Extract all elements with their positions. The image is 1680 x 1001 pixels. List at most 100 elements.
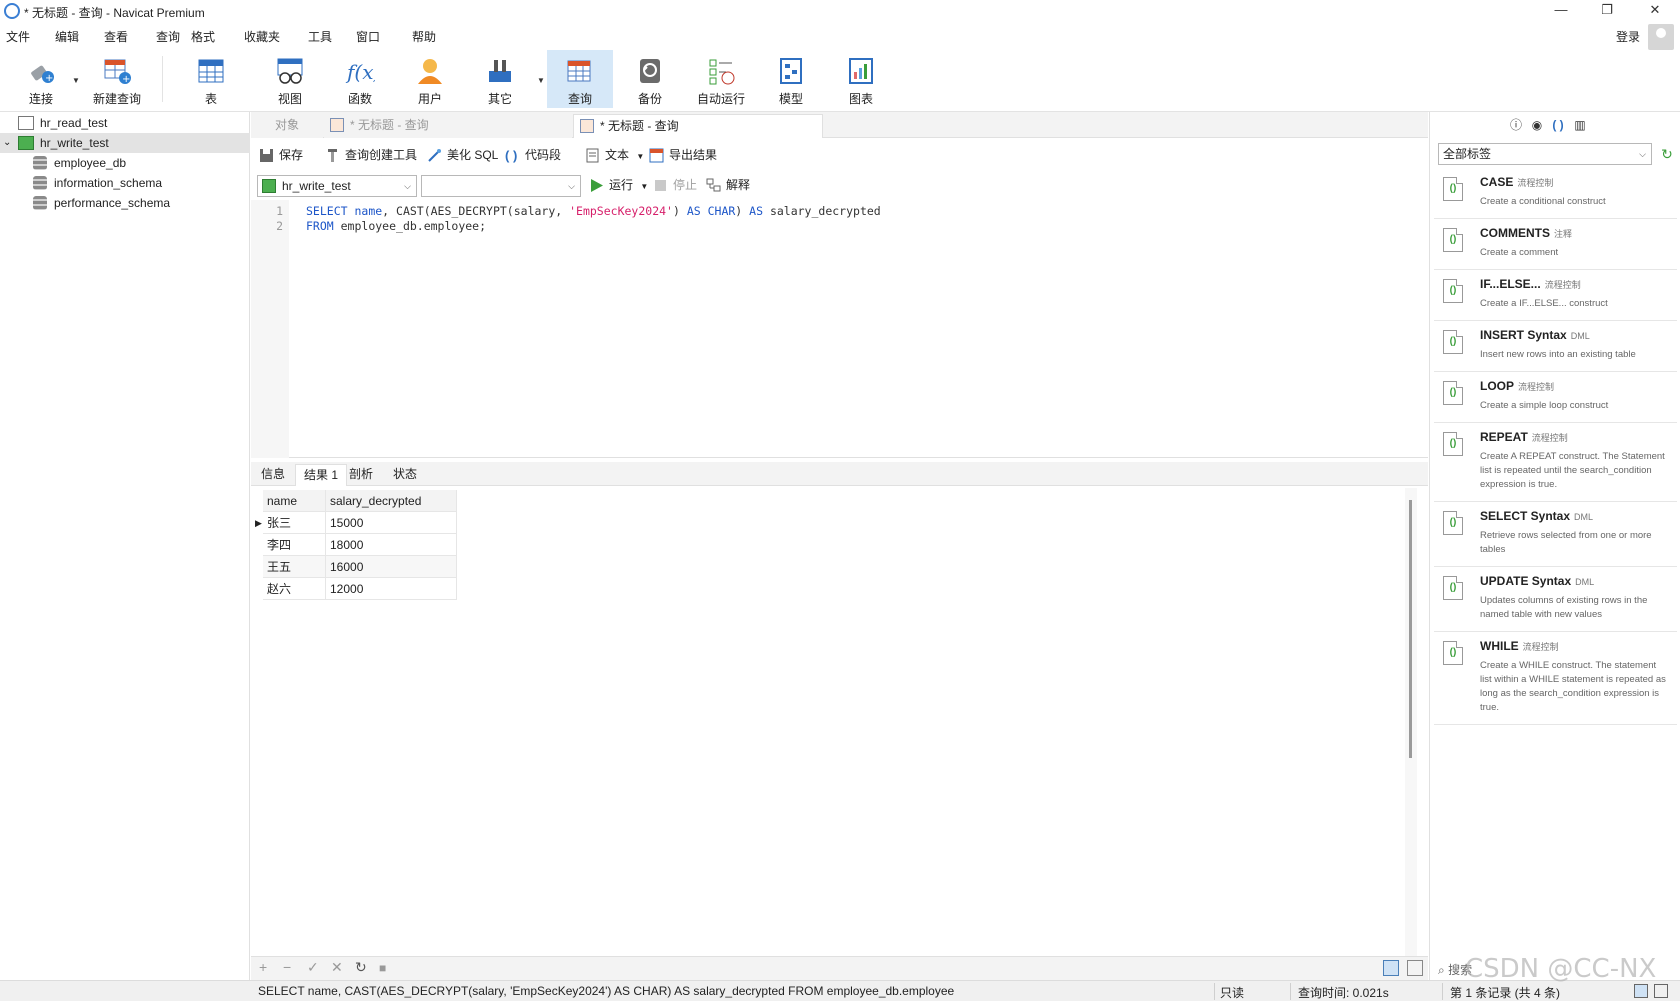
grid-view-icon[interactable]	[1383, 960, 1399, 976]
chevron-down-icon[interactable]: ⌄	[3, 133, 11, 153]
table-cell[interactable]: 12000	[326, 578, 457, 600]
refresh-icon[interactable]: ↻	[1658, 145, 1676, 163]
braces-icon[interactable]: ( )	[1551, 118, 1565, 132]
snippet-tag: DML	[1574, 512, 1594, 522]
result-grid[interactable]: name salary_decrypted ▶ 张三 15000 李四 1800…	[251, 488, 1416, 958]
status-bar: SELECT name, CAST(AES_DECRYPT(salary, 'E…	[0, 980, 1680, 1001]
tab-status[interactable]: 状态	[385, 464, 425, 486]
save-button[interactable]: 保存	[259, 147, 303, 165]
backup-button[interactable]: 备份	[617, 50, 683, 108]
chevron-down-icon[interactable]: ▼	[537, 76, 545, 85]
menu-tools[interactable]: 工具	[308, 28, 332, 45]
preview-icon[interactable]: ◉	[1530, 118, 1544, 132]
stop-button[interactable]: 停止	[653, 177, 697, 195]
database-select[interactable]: ⌵	[421, 175, 581, 197]
chevron-down-icon[interactable]: ▼	[636, 152, 644, 161]
sql-editor[interactable]: 1 2 SELECT name, CAST(AES_DECRYPT(salary…	[251, 200, 1428, 458]
run-button[interactable]: 运行 ▼	[589, 177, 648, 195]
function-label: 函数	[347, 92, 372, 106]
tab-result-1[interactable]: 结果 1	[295, 464, 348, 486]
query-icon	[330, 118, 344, 132]
menu-file[interactable]: 文件	[6, 28, 30, 45]
menu-help[interactable]: 帮助	[412, 28, 436, 45]
query-button[interactable]: 查询	[547, 50, 613, 108]
panel-toggle-icon[interactable]	[1634, 984, 1648, 998]
table-button[interactable]: 表	[178, 50, 244, 108]
other-button[interactable]: 其它	[467, 50, 533, 108]
menu-window[interactable]: 窗口	[356, 28, 380, 45]
minimize-button[interactable]: —	[1538, 0, 1584, 22]
add-record-button[interactable]: +	[259, 959, 267, 975]
snippet-if-else[interactable]: () IF...ELSE... 流程控制 Create a IF...ELSE..…	[1434, 271, 1677, 321]
tab-query-2[interactable]: * 无标题 - 查询	[573, 114, 823, 138]
tree-database-performance-schema[interactable]: performance_schema	[0, 193, 250, 213]
login-link[interactable]: 登录	[1616, 28, 1640, 45]
explain-button[interactable]: 解释	[706, 177, 750, 195]
code-snippet-button[interactable]: ( ) 代码段	[505, 147, 561, 165]
beautify-sql-button[interactable]: 美化 SQL	[427, 147, 498, 165]
query-builder-button[interactable]: 查询创建工具	[325, 147, 417, 165]
snippet-insert-syntax[interactable]: () INSERT Syntax DML Insert new rows into…	[1434, 322, 1677, 372]
table-cell[interactable]: 张三	[263, 512, 326, 534]
info-icon[interactable]: ⓘ	[1509, 118, 1523, 132]
menu-favorites[interactable]: 收藏夹	[244, 28, 280, 45]
tab-info[interactable]: 信息	[253, 464, 293, 486]
panel-toggle-icon[interactable]	[1654, 984, 1668, 998]
snippet-select-syntax[interactable]: () SELECT Syntax DML Retrieve rows select…	[1434, 503, 1677, 567]
grid-scrollbar-thumb[interactable]	[1409, 500, 1412, 758]
tab-query-1[interactable]: * 无标题 - 查询	[324, 114, 572, 138]
snippet-case[interactable]: () CASE 流程控制 Create a conditional constru…	[1434, 169, 1677, 219]
user-button[interactable]: 用户	[397, 50, 463, 108]
layout-icon[interactable]: ▥	[1573, 118, 1587, 132]
table-cell[interactable]: 李四	[263, 534, 326, 556]
table-cell[interactable]: 15000	[326, 512, 457, 534]
tree-database-information-schema[interactable]: information_schema	[0, 173, 250, 193]
snippet-comments[interactable]: () COMMENTS 注释 Create a comment	[1434, 220, 1677, 270]
snippet-loop[interactable]: () LOOP 流程控制 Create a simple loop constru…	[1434, 373, 1677, 423]
stop-button[interactable]: ■	[379, 961, 386, 975]
chevron-down-icon[interactable]: ▼	[640, 182, 648, 191]
chart-button[interactable]: 图表	[828, 50, 894, 108]
text-button[interactable]: 文本 ▼	[585, 147, 644, 165]
apply-changes-button[interactable]: ✓	[307, 959, 319, 976]
table-cell[interactable]: 王五	[263, 556, 326, 578]
automation-button[interactable]: 自动运行	[688, 50, 754, 108]
menu-view[interactable]: 查看	[104, 28, 128, 45]
magic-wand-icon	[427, 148, 442, 163]
view-button[interactable]: 视图	[257, 50, 323, 108]
close-button[interactable]: ✕	[1632, 0, 1678, 22]
connection-select[interactable]: hr_write_test ⌵	[257, 175, 417, 197]
tree-database-employee-db[interactable]: employee_db	[0, 153, 250, 173]
menu-format[interactable]: 格式	[191, 28, 215, 45]
tree-connection-hr-read-test[interactable]: hr_read_test	[0, 113, 250, 133]
new-query-button[interactable]: + 新建查询	[84, 50, 150, 108]
function-button[interactable]: f(x) 函数	[327, 50, 393, 108]
table-label: 表	[204, 92, 217, 106]
tab-objects[interactable]: 对象	[251, 114, 323, 138]
menu-query[interactable]: 查询	[156, 28, 180, 45]
table-cell[interactable]: 16000	[326, 556, 457, 578]
refresh-button[interactable]: ↻	[355, 959, 367, 976]
delete-record-button[interactable]: −	[283, 959, 291, 975]
snippet-tag: 注释	[1554, 229, 1573, 239]
model-button[interactable]: 模型	[758, 50, 824, 108]
chevron-down-icon: ⌵	[404, 181, 411, 191]
column-header[interactable]: name	[263, 490, 326, 512]
tree-connection-hr-write-test[interactable]: ⌄ hr_write_test	[0, 133, 250, 153]
form-view-icon[interactable]	[1407, 960, 1423, 976]
table-cell[interactable]: 18000	[326, 534, 457, 556]
tag-filter-select[interactable]: 全部标签 ⌵	[1438, 143, 1652, 165]
connect-button[interactable]: + 连接	[8, 50, 74, 108]
discard-changes-button[interactable]: ✕	[331, 959, 343, 976]
snippet-update-syntax[interactable]: () UPDATE Syntax DML Updates columns of e…	[1434, 568, 1677, 632]
snippet-repeat[interactable]: () REPEAT 流程控制 Create A REPEAT construct.…	[1434, 424, 1677, 502]
column-header[interactable]: salary_decrypted	[326, 490, 457, 512]
maximize-button[interactable]: ❐	[1584, 0, 1630, 22]
tab-profile[interactable]: 剖析	[341, 464, 381, 486]
beautify-label: 美化 SQL	[447, 148, 499, 162]
export-results-button[interactable]: 导出结果	[649, 147, 717, 165]
snippet-while[interactable]: () WHILE 流程控制 Create a WHILE construct. T…	[1434, 633, 1677, 725]
chevron-down-icon[interactable]: ▼	[72, 76, 80, 85]
table-cell[interactable]: 赵六	[263, 578, 326, 600]
menu-edit[interactable]: 编辑	[55, 28, 79, 45]
